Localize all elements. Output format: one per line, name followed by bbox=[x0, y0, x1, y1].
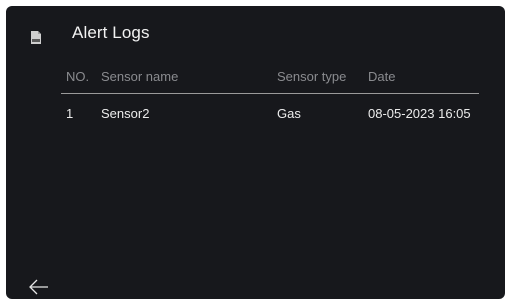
row-sensor-type: Gas bbox=[277, 106, 301, 121]
column-header-sensor-type: Sensor type bbox=[277, 69, 347, 84]
column-header-no: NO. bbox=[66, 69, 90, 84]
table-header-row: NO. Sensor name Sensor type Date bbox=[61, 66, 479, 94]
page-title: Alert Logs bbox=[72, 23, 150, 42]
back-button[interactable] bbox=[28, 278, 50, 296]
alert-logs-screen: Alert Logs NO. Sensor name Sensor type D… bbox=[6, 6, 505, 299]
arrow-left-icon bbox=[29, 279, 48, 295]
log-document-icon bbox=[31, 31, 41, 44]
row-sensor-name: Sensor2 bbox=[101, 106, 150, 121]
column-header-sensor-name: Sensor name bbox=[101, 69, 179, 84]
row-date: 08-05-2023 16:05 bbox=[368, 106, 471, 121]
table-row[interactable]: 1 Sensor2 Gas 08-05-2023 16:05 bbox=[61, 94, 479, 128]
row-no: 1 bbox=[66, 106, 74, 121]
alert-log-table: NO. Sensor name Sensor type Date 1 Senso… bbox=[61, 66, 479, 128]
column-header-date: Date bbox=[368, 69, 396, 84]
